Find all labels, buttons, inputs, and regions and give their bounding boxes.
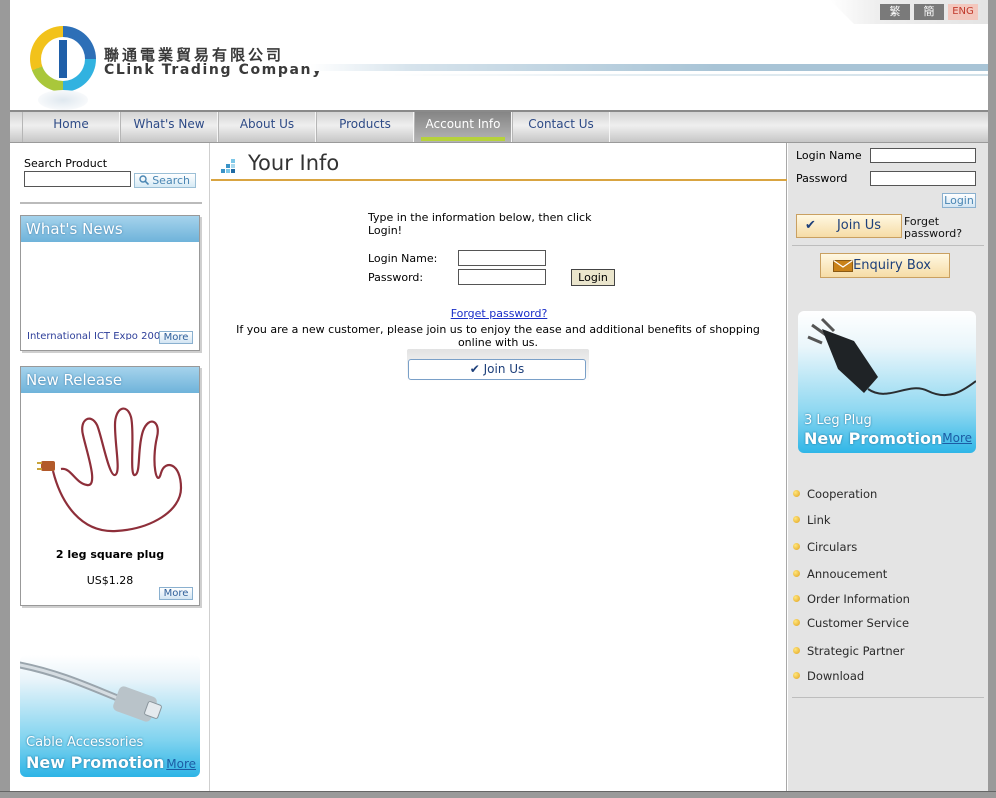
new-release-heading: New Release (21, 367, 199, 393)
menu-announcement[interactable]: Annoucement (793, 567, 887, 581)
cable-promo-more-link[interactable]: More (166, 757, 196, 771)
menu-strategic-partner[interactable]: Strategic Partner (793, 644, 904, 658)
bullet-icon (793, 543, 800, 550)
nav-about-us[interactable]: About Us (218, 112, 316, 142)
nav-home[interactable]: Home (22, 112, 120, 142)
left-sidebar: Search Product Search What's News Intern… (10, 143, 210, 798)
side-login-name-label: Login Name (796, 149, 862, 162)
lang-simplified-button[interactable]: 簡 (914, 4, 944, 20)
lang-traditional-button[interactable]: 繁 (880, 4, 910, 20)
search-label: Search Product (24, 157, 108, 170)
whats-news-heading: What's News (21, 216, 199, 242)
enquiry-box-label: Enquiry Box (853, 258, 931, 273)
login-instructions: Type in the information below, then clic… (368, 211, 592, 237)
menu-label: Customer Service (807, 616, 910, 630)
page-title: Your Info (248, 151, 340, 175)
join-us-button[interactable]: ✔ Join Us (407, 349, 589, 382)
lang-english-button[interactable]: ENG (948, 4, 978, 20)
main-content: Your Info Type in the information below,… (211, 143, 787, 798)
enquiry-box-button[interactable]: Enquiry Box (820, 253, 950, 278)
menu-label: Annoucement (807, 567, 888, 581)
side-join-us-button[interactable]: ✔ Join Us (796, 214, 902, 238)
bullet-icon (793, 570, 800, 577)
menu-label: Download (807, 669, 865, 683)
page: 聯通電業貿易有限公司 CLink Trading Company 繁 簡 ENG… (10, 0, 988, 798)
main-nav: Home What's New About Us Products Accoun… (10, 110, 988, 143)
search-input[interactable] (24, 171, 131, 187)
nav-account-info[interactable]: Account Info (414, 112, 512, 142)
search-icon (139, 175, 149, 185)
company-name-english: CLink Trading Company (104, 62, 323, 78)
menu-circulars[interactable]: Circulars (793, 540, 857, 554)
bullet-icon (793, 595, 800, 602)
new-customer-text: If you are a new customer, please join u… (236, 323, 760, 349)
whats-news-more-button[interactable]: More (159, 331, 193, 344)
search-button[interactable]: Search (134, 173, 196, 188)
menu-label: Link (807, 513, 831, 527)
envelope-icon (833, 260, 853, 272)
login-name-input[interactable] (458, 250, 546, 266)
menu-cooperation[interactable]: Cooperation (793, 487, 877, 501)
menu-label: Cooperation (807, 487, 878, 501)
menu-customer-service[interactable]: Customer Service (793, 616, 909, 630)
header-swoosh (310, 64, 988, 71)
menu-label: Order Information (807, 592, 910, 606)
site-header: 聯通電業貿易有限公司 CLink Trading Company 繁 簡 ENG (10, 0, 988, 110)
login-name-label: Login Name: (368, 252, 438, 265)
side-login-button[interactable]: Login (942, 193, 976, 208)
right-divider (792, 245, 984, 246)
plug-promo-line1: 3 Leg Plug (804, 413, 872, 428)
header-swoosh-thin (390, 74, 988, 76)
forget-password-link[interactable]: Forget password? (211, 307, 787, 320)
bullet-icon (793, 490, 800, 497)
join-us-label: Join Us (483, 362, 525, 376)
menu-order-information[interactable]: Order Information (793, 592, 910, 606)
bullet-icon (793, 516, 800, 523)
menu-label: Circulars (807, 540, 858, 554)
side-password-input[interactable] (870, 171, 976, 186)
right-sidebar: Login Name Password Login ✔ Join Us Forg… (788, 143, 988, 798)
menu-link[interactable]: Link (793, 513, 831, 527)
bullet-icon (793, 672, 800, 679)
side-password-label: Password (796, 172, 848, 185)
bullet-icon (793, 619, 800, 626)
nav-contact-us[interactable]: Contact Us (512, 112, 610, 142)
left-divider (20, 202, 202, 204)
three-leg-plug-image (807, 317, 976, 397)
new-release-more-button[interactable]: More (159, 587, 193, 600)
plug-promo-banner[interactable]: 3 Leg Plug New Promotion More (798, 311, 976, 453)
pixel-squares-icon (221, 159, 235, 173)
nav-whats-new[interactable]: What's New (120, 112, 218, 142)
side-login-name-input[interactable] (870, 148, 976, 163)
side-forget-password-link[interactable]: Forget password? (904, 216, 974, 240)
side-join-us-label: Join Us (836, 218, 881, 233)
footer-bar (0, 791, 996, 798)
password-label: Password: (368, 271, 424, 284)
product-name[interactable]: 2 leg square plug (21, 548, 199, 561)
nav-products[interactable]: Products (316, 112, 414, 142)
menu-download[interactable]: Download (793, 669, 864, 683)
plug-promo-more-link[interactable]: More (942, 431, 972, 445)
search-button-label: Search (152, 174, 190, 187)
menu-label: Strategic Partner (807, 644, 905, 658)
right-bottom-divider (792, 697, 984, 698)
bullet-icon (793, 647, 800, 654)
whats-news-box: What's News International ICT Expo 2009 … (20, 215, 200, 351)
logo-mark (59, 40, 67, 78)
new-release-box: New Release 2 leg square plug US$1.28 Mo… (20, 366, 200, 606)
join-us-button-face: ✔ Join Us (408, 359, 586, 380)
plug-promo-line2: New Promotion (804, 429, 943, 448)
cable-promo-banner[interactable]: Cable Accessories New Promotion More (20, 655, 200, 777)
cable-promo-line1: Cable Accessories (26, 735, 144, 750)
title-bar: Your Info (211, 143, 787, 181)
cable-promo-line2: New Promotion (26, 753, 165, 772)
plug-product-image[interactable] (31, 403, 191, 543)
password-input[interactable] (458, 269, 546, 285)
logo-reflection (38, 90, 88, 110)
checkmark-icon: ✔ (805, 218, 816, 233)
usb-cable-image (20, 661, 162, 722)
checkmark-icon: ✔ (469, 362, 480, 376)
login-button[interactable]: Login (571, 269, 615, 286)
product-price: US$1.28 (86, 574, 134, 587)
